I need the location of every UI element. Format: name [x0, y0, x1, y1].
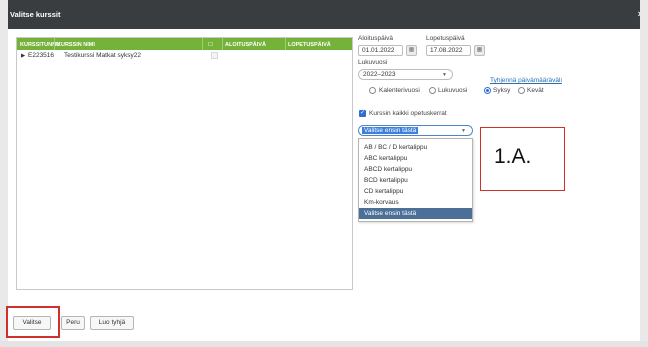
column-header-select[interactable]: ☐ [208, 42, 213, 48]
course-table: KURSSITUNNU KURSSIN NIMI ☐ ALOITUSPÄIVÄ … [16, 37, 353, 290]
start-date-field[interactable]: 01.01.2022 [358, 45, 403, 56]
course-name: Testikurssi Matkat syksy22 [64, 52, 141, 59]
dialog-left-border [0, 0, 8, 347]
column-header-start[interactable]: ALOITUSPÄIVÄ [225, 42, 266, 48]
all-sessions-label: Kurssin kaikki opetuskerrat [369, 110, 447, 117]
dropdown-option[interactable]: AB / BC / D kertalippu [359, 142, 472, 153]
dropdown-option[interactable]: ABC kertalippu [359, 153, 472, 164]
start-calendar-icon[interactable]: ▦ [406, 45, 417, 56]
end-date-field[interactable]: 17.08.2022 [426, 45, 471, 56]
radio-calendar-year[interactable] [369, 87, 376, 94]
radio-autumn[interactable] [484, 87, 491, 94]
table-row[interactable]: ▶ E223516 Testikurssi Matkat syksy22 [17, 50, 352, 61]
column-separator [222, 38, 223, 50]
dropdown-option[interactable]: ABCD kertalippu [359, 164, 472, 175]
column-separator [202, 38, 203, 50]
dialog-bottom-border [0, 341, 648, 347]
dialog-title: Valitse kurssit [10, 10, 61, 19]
dropdown-option[interactable]: Km-korvaus [359, 197, 472, 208]
dialog-titlebar: Valitse kurssit × [0, 0, 648, 29]
session-type-select[interactable]: Valitse ensin tästä ▼ [358, 125, 473, 136]
radio-autumn-label: Syksy [493, 87, 511, 94]
column-header-name[interactable]: KURSSIN NIMI [57, 42, 95, 48]
course-table-header: KURSSITUNNU KURSSIN NIMI ☐ ALOITUSPÄIVÄ … [17, 38, 352, 50]
create-empty-button[interactable]: Luo tyhjä [90, 316, 134, 330]
start-date-label: Aloituspäivä [358, 35, 394, 42]
all-sessions-checkbox[interactable]: ✓ [359, 110, 366, 117]
expand-row-icon[interactable]: ▶ [21, 53, 25, 59]
end-date-label: Lopetuspäivä [426, 35, 465, 42]
year-select-value: 2022–2023 [363, 71, 396, 78]
annotation-label: 1.A. [494, 145, 532, 168]
course-code: E223516 [28, 52, 55, 59]
select-button-highlight [6, 306, 60, 338]
chevron-down-icon: ▼ [461, 128, 466, 134]
dropdown-option[interactable]: BCD kertalippu [359, 175, 472, 186]
course-dialog: KURSSITUNNU KURSSIN NIMI ☐ ALOITUSPÄIVÄ … [8, 29, 640, 341]
radio-academic-year-label: Lukuvuosi [438, 87, 468, 94]
chevron-down-icon: ▼ [442, 72, 447, 78]
session-type-select-value: Valitse ensin tästä [362, 127, 419, 134]
radio-academic-year[interactable] [429, 87, 436, 94]
column-separator [285, 38, 286, 50]
course-select-checkbox[interactable] [211, 52, 218, 59]
dropdown-option-selected[interactable]: Valitse ensin tästä [359, 208, 472, 219]
year-label: Lukuvuosi [358, 59, 388, 66]
column-header-end[interactable]: LOPETUSPÄIVÄ [288, 42, 331, 48]
clear-dates-link[interactable]: Tyhjennä päivämääräväli [490, 77, 562, 84]
year-select[interactable]: 2022–2023 ▼ [358, 69, 453, 80]
column-separator [54, 38, 55, 50]
radio-spring[interactable] [518, 87, 525, 94]
session-type-options: AB / BC / D kertalippu ABC kertalippu AB… [358, 138, 473, 222]
radio-calendar-year-label: Kalenterivuosi [379, 87, 420, 94]
dropdown-option[interactable]: CD kertalippu [359, 186, 472, 197]
dialog-right-border [640, 0, 648, 347]
radio-spring-label: Kevät [527, 87, 544, 94]
end-calendar-icon[interactable]: ▦ [474, 45, 485, 56]
cancel-button[interactable]: Peru [61, 316, 85, 330]
